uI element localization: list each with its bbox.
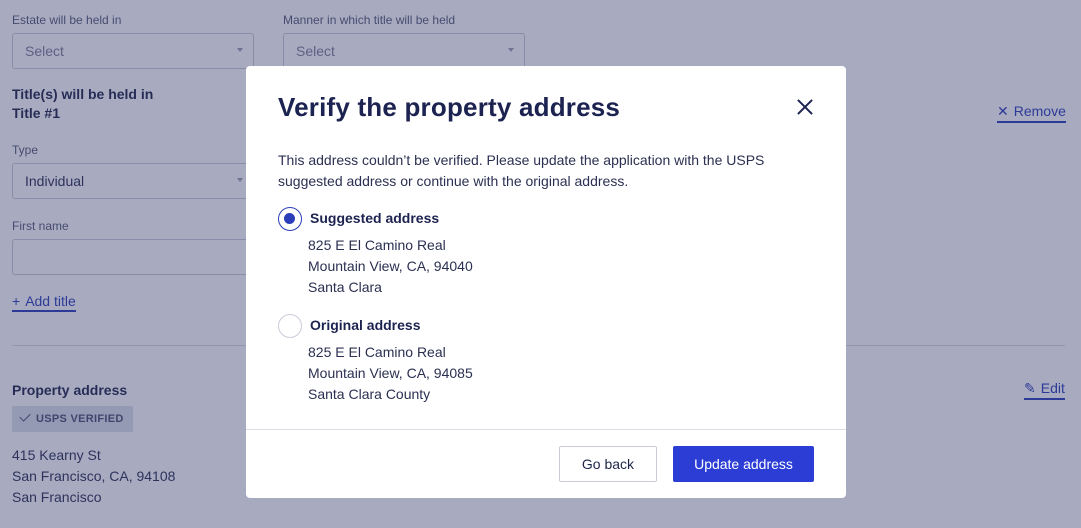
original-address-line: Santa Clara County (308, 386, 431, 402)
suggested-address-title: Suggested address (310, 210, 440, 226)
original-address-line: 825 E El Camino Real (308, 344, 446, 360)
original-address-line: Mountain View, CA, 94085 (308, 365, 473, 381)
modal-footer-divider (246, 429, 846, 430)
original-address-radio[interactable] (278, 314, 302, 338)
close-icon[interactable] (794, 96, 816, 118)
suggested-address-radio[interactable] (278, 207, 302, 231)
verify-address-modal: Verify the property address This address… (246, 66, 846, 498)
suggested-address-line: Santa Clara (308, 279, 382, 295)
update-address-button[interactable]: Update address (673, 446, 814, 482)
suggested-address-line: 825 E El Camino Real (308, 237, 446, 253)
original-address-title: Original address (310, 317, 421, 333)
suggested-address-line: Mountain View, CA, 94040 (308, 258, 473, 274)
modal-description: This address couldn’t be verified. Pleas… (278, 152, 765, 189)
go-back-button[interactable]: Go back (559, 446, 657, 482)
modal-title: Verify the property address (278, 92, 621, 122)
